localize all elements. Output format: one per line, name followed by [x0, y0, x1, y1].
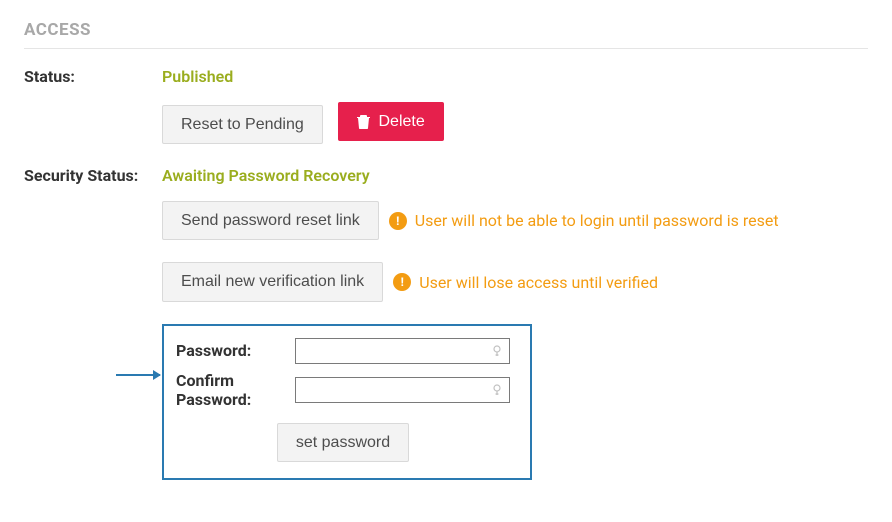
delete-button[interactable]: Delete [338, 102, 443, 141]
password-form-wrapper: Password: Confirm Password: [162, 324, 868, 480]
trash-icon [357, 114, 370, 129]
status-label: Status: [24, 67, 162, 86]
email-verify-line: Email new verification link ! User will … [162, 262, 868, 301]
delete-button-label: Delete [378, 112, 424, 131]
confirm-password-label: Confirm Password: [176, 371, 295, 409]
status-value: Published [162, 67, 868, 86]
send-reset-warning-text: User will not be able to login until pas… [415, 211, 779, 230]
section-title: ACCESS [24, 20, 868, 49]
email-verify-warning-text: User will lose access until verified [419, 273, 658, 292]
warning-icon: ! [389, 212, 407, 230]
set-password-button[interactable]: set password [277, 423, 409, 462]
reset-to-pending-button[interactable]: Reset to Pending [162, 105, 323, 144]
send-password-reset-button[interactable]: Send password reset link [162, 201, 379, 240]
set-password-form: Password: Confirm Password: [162, 324, 532, 480]
send-reset-line: Send password reset link ! User will not… [162, 201, 868, 240]
password-label: Password: [176, 341, 295, 360]
security-status-label: Security Status: [24, 166, 162, 185]
security-status-value: Awaiting Password Recovery [162, 166, 868, 185]
email-verification-button[interactable]: Email new verification link [162, 262, 383, 301]
password-input[interactable] [295, 338, 510, 364]
warning-icon: ! [393, 273, 411, 291]
callout-arrow-icon [116, 374, 160, 376]
status-row: Status: Published Reset to Pending Delet… [24, 67, 868, 144]
security-row: Security Status: Awaiting Password Recov… [24, 166, 868, 480]
confirm-password-input[interactable] [295, 377, 510, 403]
